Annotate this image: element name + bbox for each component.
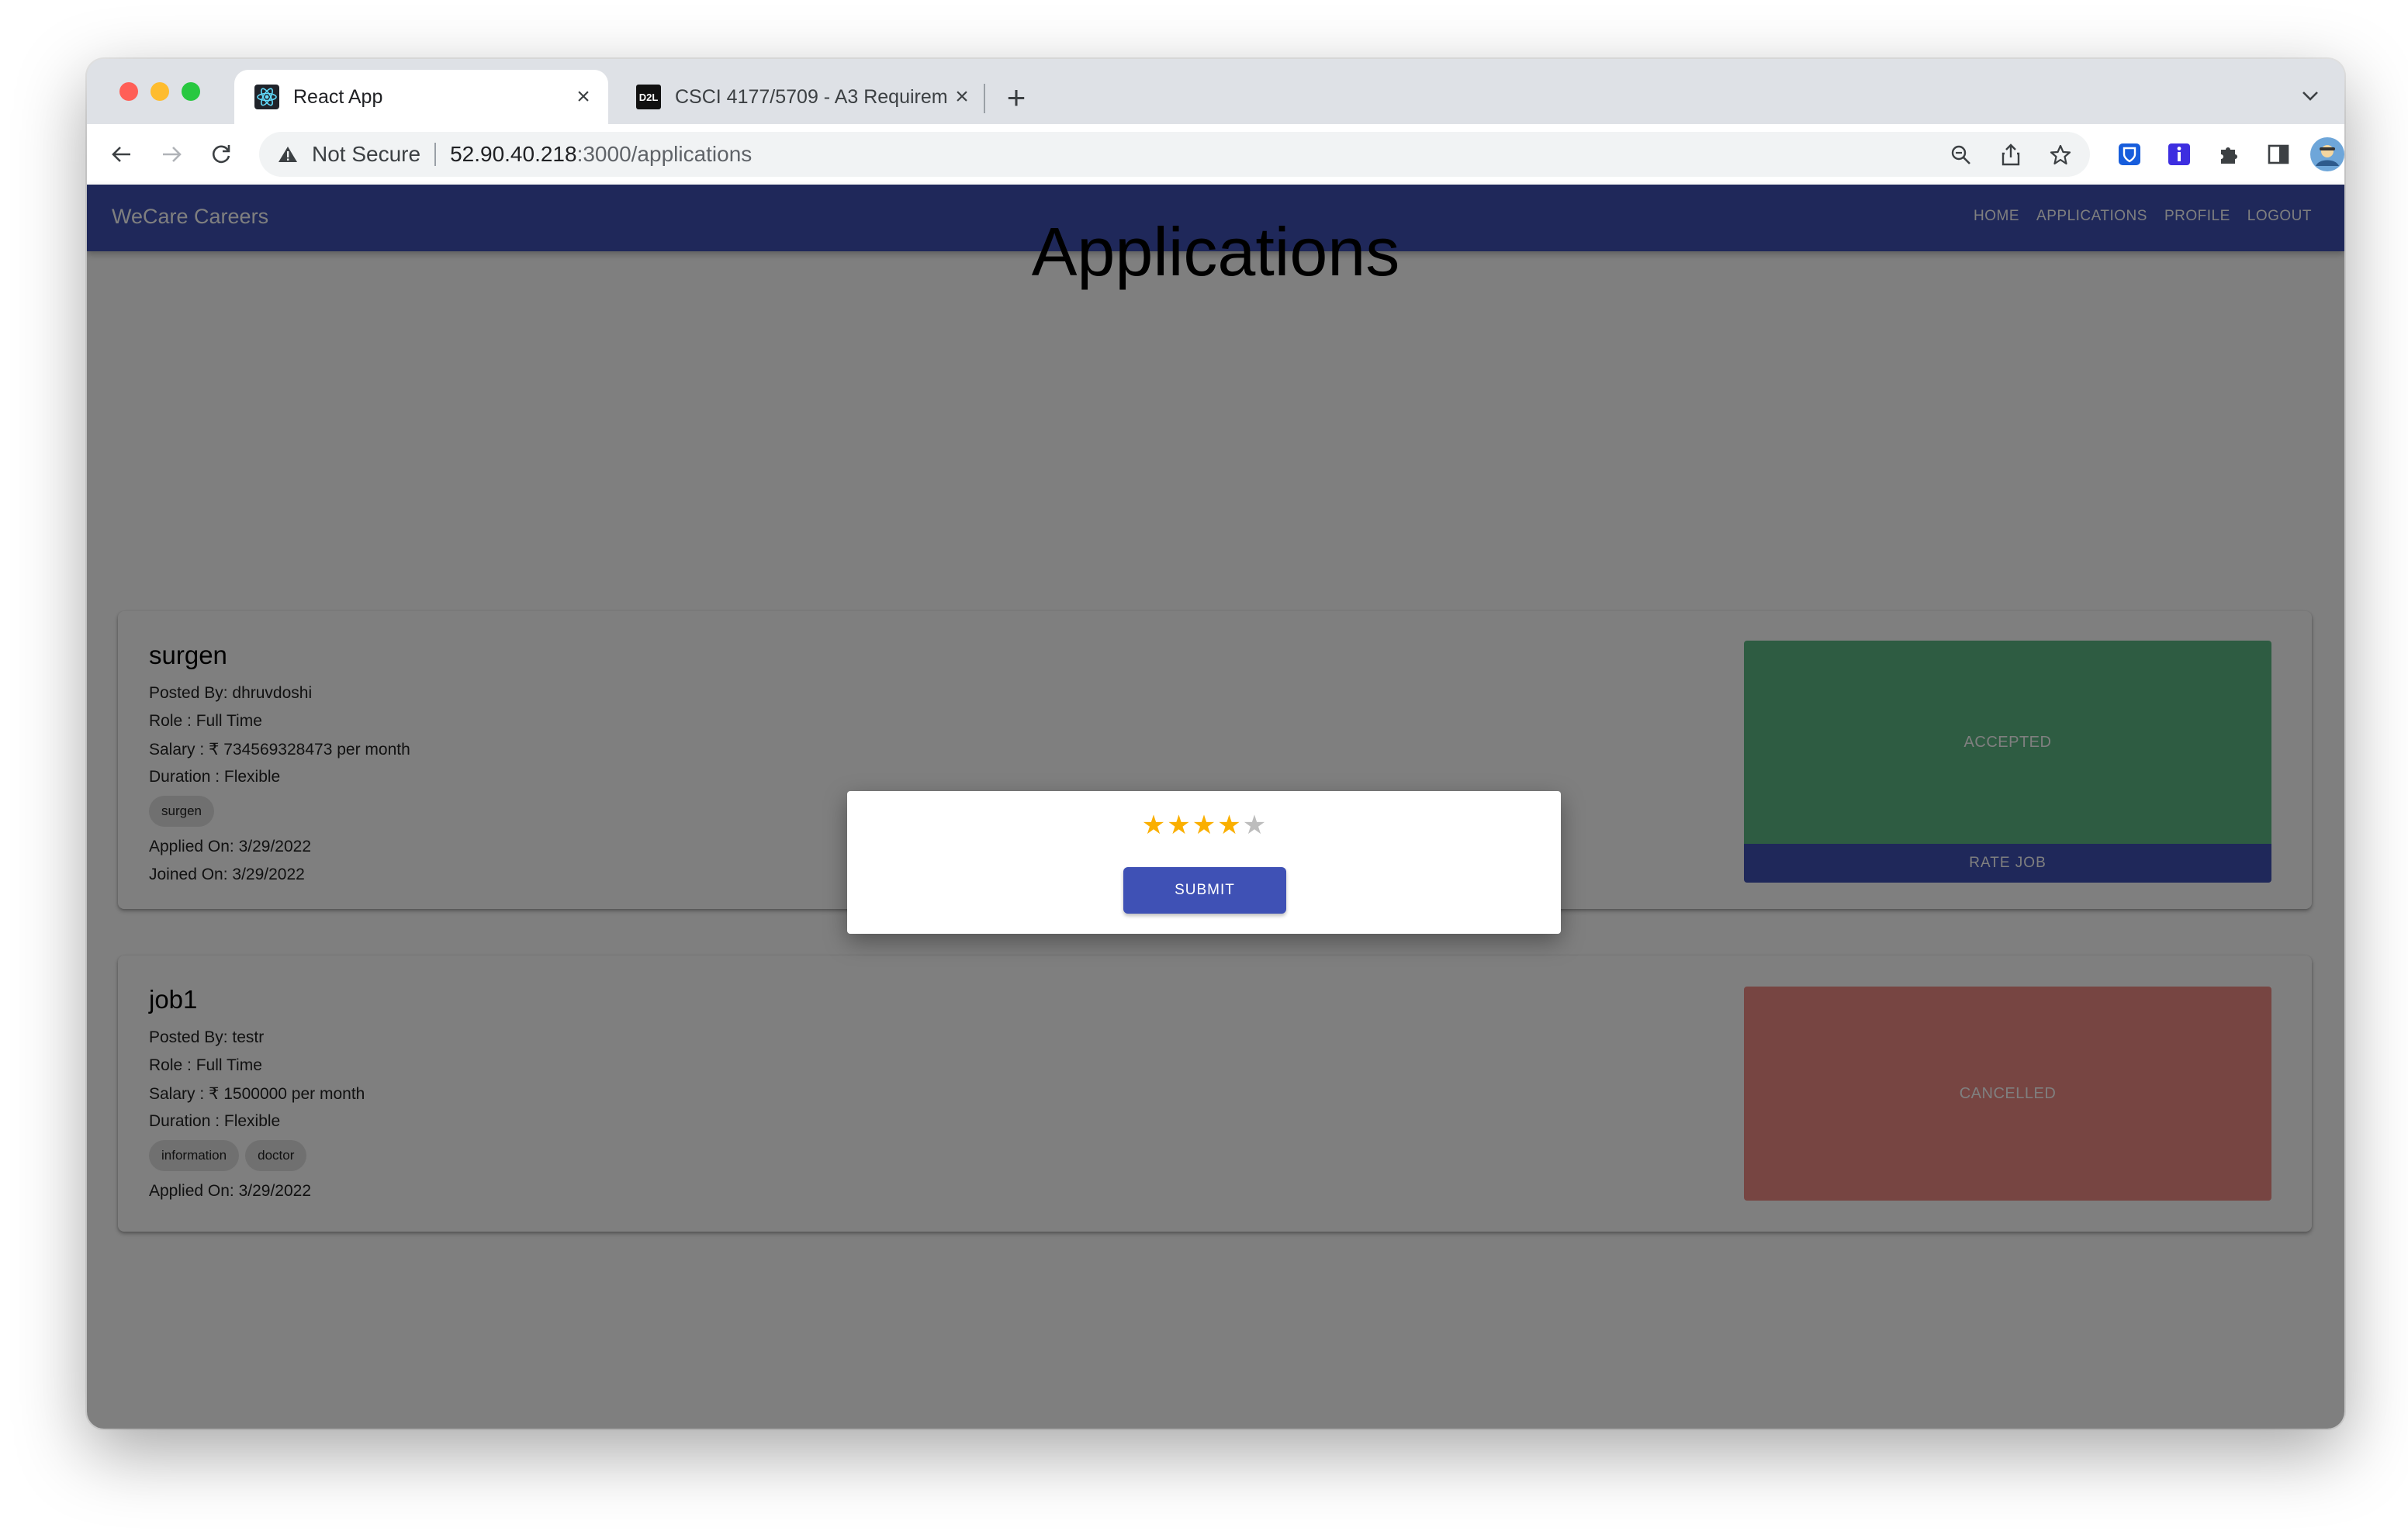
d2l-icon: D2L: [636, 85, 661, 109]
side-panel-icon[interactable]: [2261, 137, 2296, 172]
url-path: :3000/applications: [576, 142, 752, 166]
bitwarden-icon[interactable]: [2112, 137, 2147, 172]
tab-search-chevron-icon[interactable]: [2295, 81, 2326, 112]
share-icon[interactable]: [1997, 141, 2025, 169]
puzzle-extensions-icon[interactable]: [2211, 137, 2247, 172]
close-tab-icon[interactable]: ×: [948, 83, 976, 111]
web-page: WeCare Careers HOME APPLICATIONS PROFILE…: [87, 185, 2344, 1429]
forward-arrow-icon[interactable]: [154, 137, 189, 172]
star-rating[interactable]: ★ ★ ★ ★ ★: [847, 811, 1561, 839]
address-bar[interactable]: Not Secure 52.90.40.218:3000/application…: [259, 132, 2090, 177]
star-filled-icon[interactable]: ★: [1192, 811, 1216, 839]
tab-title: React App: [293, 85, 383, 108]
back-arrow-icon[interactable]: [104, 137, 140, 172]
zoom-icon[interactable]: [1947, 141, 1975, 169]
close-tab-icon[interactable]: ×: [569, 83, 597, 111]
new-tab-button[interactable]: +: [996, 78, 1036, 118]
minimize-window-button[interactable]: [150, 82, 169, 101]
maximize-window-button[interactable]: [182, 82, 200, 101]
star-filled-icon[interactable]: ★: [1217, 811, 1240, 839]
close-window-button[interactable]: [119, 82, 138, 101]
tab-d2l[interactable]: D2L CSCI 4177/5709 - A3 Requirem ×: [616, 70, 987, 124]
tab-strip: React App × D2L CSCI 4177/5709 - A3 Requ…: [87, 59, 2344, 124]
url-host: 52.90.40.218: [450, 142, 577, 166]
security-label: Not Secure: [312, 142, 421, 166]
rate-job-dialog: ★ ★ ★ ★ ★ SUBMIT: [847, 791, 1561, 934]
tab-title: CSCI 4177/5709 - A3 Requirem: [675, 85, 948, 108]
info-extension-icon[interactable]: [2161, 137, 2197, 172]
star-filled-icon[interactable]: ★: [1142, 811, 1165, 839]
star-filled-icon[interactable]: ★: [1167, 811, 1190, 839]
star-empty-icon[interactable]: ★: [1243, 811, 1266, 839]
reload-icon[interactable]: [203, 137, 239, 172]
tab-react-app[interactable]: React App ×: [234, 70, 608, 124]
tab-separator: [984, 84, 985, 113]
browser-window: React App × D2L CSCI 4177/5709 - A3 Requ…: [87, 59, 2344, 1429]
bookmark-star-icon[interactable]: [2046, 141, 2074, 169]
address-separator: [434, 143, 437, 166]
profile-avatar-icon[interactable]: [2306, 133, 2344, 176]
react-icon: [254, 85, 279, 109]
submit-button[interactable]: SUBMIT: [1123, 867, 1286, 914]
warning-icon[interactable]: [276, 143, 299, 166]
browser-toolbar: Not Secure 52.90.40.218:3000/application…: [87, 124, 2344, 186]
